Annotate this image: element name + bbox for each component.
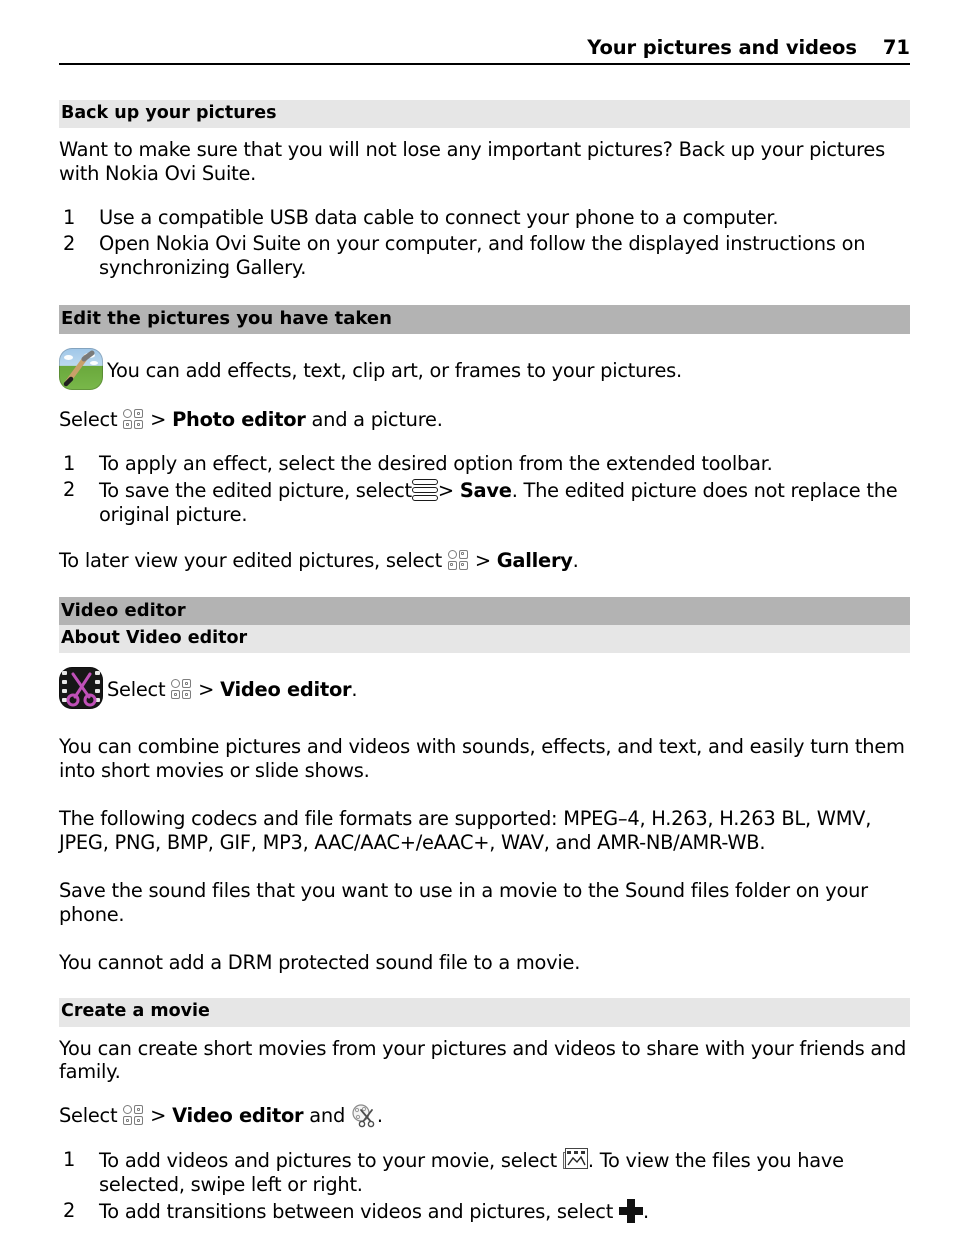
- document-page: Your pictures and videos 71 Back up your …: [0, 0, 954, 1258]
- step-text: Open Nokia Ovi Suite on your computer, a…: [99, 231, 866, 279]
- paragraph-create-movie-intro: You can create short movies from your pi…: [59, 1036, 907, 1084]
- grid-cell: [458, 549, 468, 559]
- select-suffix: .: [351, 678, 358, 702]
- step-text: To apply an effect, select the desired o…: [99, 452, 773, 475]
- header-title: Your pictures and videos: [587, 36, 857, 59]
- step-text-before: To save the edited picture, select: [99, 478, 412, 502]
- paragraph-drm-notice: You cannot add a DRM protected sound fil…: [59, 950, 581, 974]
- menu-target-photo-editor: Photo editor: [172, 408, 306, 432]
- separator: >: [150, 1104, 167, 1128]
- page-content: Back up your pictures Want to make sure …: [59, 100, 910, 1226]
- select-line-video-editor: Select > Video editor.: [59, 667, 910, 710]
- app-menu-grid-icon[interactable]: [123, 1105, 144, 1127]
- step-text-after: .: [642, 1199, 649, 1223]
- plus-vertical-bar: [626, 1198, 635, 1223]
- closing-suffix: .: [572, 548, 579, 572]
- menu-target-gallery: Gallery: [496, 548, 573, 572]
- page-header: Your pictures and videos 71: [59, 36, 910, 65]
- menu-target-video-editor: Video editor: [220, 678, 352, 702]
- heading-back-up-your-pictures: Back up your pictures: [59, 100, 910, 129]
- app-menu-grid-icon[interactable]: [123, 409, 144, 431]
- add-transition-plus-icon[interactable]: [618, 1198, 643, 1223]
- video-editor-scissors-icon[interactable]: [351, 1104, 377, 1128]
- separator: >: [150, 408, 167, 432]
- heading-edit-the-pictures-you-have-taken: Edit the pictures you have taken: [59, 305, 910, 335]
- closing-line-gallery: To later view your edited pictures, sele…: [59, 549, 910, 573]
- film-strip: [566, 1150, 586, 1155]
- menu-target-video-editor: Video editor: [172, 1104, 304, 1128]
- app-menu-grid-icon[interactable]: [171, 679, 192, 701]
- step-text-before: To add transitions between videos and pi…: [99, 1199, 614, 1223]
- grid-cell: [171, 679, 181, 689]
- select-suffix: .: [376, 1104, 383, 1128]
- grid-cell: [134, 1105, 144, 1115]
- select-suffix: and a picture.: [311, 408, 443, 432]
- bar: [411, 486, 438, 493]
- heading-about-video-editor: About Video editor: [59, 625, 910, 654]
- grid-cell: [134, 420, 144, 430]
- steps-create-a-movie: 1 To add videos and pictures to your mov…: [59, 1148, 910, 1224]
- step-text: Use a compatible USB data cable to conne…: [99, 205, 779, 229]
- grid-cell: [123, 409, 133, 419]
- list-item: 2 To add transitions between videos and …: [59, 1198, 910, 1224]
- paragraph-supported-codecs: The following codecs and file formats ar…: [59, 807, 872, 854]
- heading-video-editor: Video editor: [59, 596, 910, 626]
- app-menu-grid-icon[interactable]: [447, 549, 469, 572]
- select-prefix: Select: [59, 408, 118, 432]
- photo-editor-intro-text: You can add effects, text, clip art, or …: [107, 359, 682, 383]
- grid-cell: [447, 560, 457, 570]
- grid-cell: [134, 1116, 144, 1126]
- bar: [411, 494, 438, 501]
- step-text-before: To add videos and pictures to your movie…: [99, 1149, 557, 1173]
- step-number: 2: [63, 477, 76, 501]
- heading-create-a-movie: Create a movie: [59, 998, 910, 1027]
- paintbrush-glyph: [63, 350, 95, 387]
- step-number: 2: [63, 1198, 76, 1222]
- steps-back-up-your-pictures: 1 Use a compatible USB data cable to con…: [59, 206, 910, 280]
- paragraph-video-editor-combine: You can combine pictures and videos with…: [59, 735, 905, 783]
- grid-cell: [123, 1116, 133, 1126]
- page-number: 71: [882, 36, 910, 59]
- step-number: 1: [63, 1148, 76, 1172]
- step-number: 1: [63, 205, 76, 229]
- paragraph-backup-intro: Want to make sure that you will not lose…: [59, 138, 885, 185]
- grid-cell: [123, 1105, 133, 1115]
- scissors-film-glyph: [352, 1104, 375, 1128]
- bar: [411, 478, 438, 485]
- grid-cell: [458, 560, 468, 570]
- grid-cell: [123, 420, 133, 430]
- separator: >: [437, 478, 454, 502]
- video-editor-app-icon: [59, 667, 103, 710]
- select-prefix: Select: [107, 678, 166, 702]
- separator: >: [474, 548, 491, 572]
- list-item: 1 To add videos and pictures to your mov…: [59, 1148, 910, 1197]
- paragraph-sound-files: Save the sound files that you want to us…: [59, 878, 868, 926]
- select-middle: and: [309, 1104, 345, 1128]
- mountain-glyph: [567, 1155, 586, 1166]
- select-line-create-movie: Select > Video editor and .: [59, 1104, 910, 1128]
- select-prefix: Select: [59, 1104, 118, 1128]
- steps-edit-pictures: 1 To apply an effect, select the desired…: [59, 452, 910, 527]
- grid-cell: [447, 549, 457, 559]
- list-item: 2 To save the edited picture, select > S…: [59, 478, 910, 527]
- grid-cell: [182, 679, 192, 689]
- closing-prefix: To later view your edited pictures, sele…: [59, 548, 442, 572]
- menu-target-save: Save: [459, 478, 512, 502]
- list-item: 2 Open Nokia Ovi Suite on your computer,…: [59, 232, 910, 280]
- options-menu-icon[interactable]: [411, 478, 438, 503]
- paragraph-photo-editor-intro: You can add effects, text, clip art, or …: [59, 348, 910, 391]
- grid-cell: [182, 690, 192, 700]
- grid-cell: [134, 409, 144, 419]
- photo-editor-app-icon: [59, 348, 103, 391]
- list-item: 1 Use a compatible USB data cable to con…: [59, 206, 910, 230]
- step-number: 1: [63, 452, 76, 475]
- select-line-photo-editor: Select > Photo editor and a picture.: [59, 408, 910, 432]
- add-media-picture-icon[interactable]: [562, 1148, 588, 1172]
- separator: >: [198, 678, 215, 702]
- grid-cell: [171, 690, 181, 700]
- step-number: 2: [63, 231, 76, 255]
- scissors-glyph: [66, 672, 97, 707]
- list-item: 1 To apply an effect, select the desired…: [59, 452, 910, 476]
